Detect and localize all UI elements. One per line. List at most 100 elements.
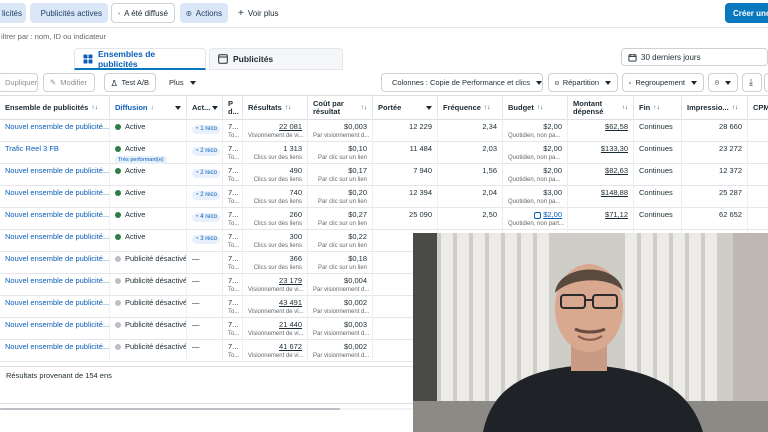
chip-has-delivered[interactable]: A été diffusé (111, 3, 175, 23)
col-header-cpm[interactable]: CPM (748, 96, 768, 120)
search-filter-input[interactable]: iltrer par : nom, ID ou indicateur (0, 30, 768, 44)
scrollbar-thumb[interactable] (0, 408, 340, 410)
ab-test-button[interactable]: Test A/B (104, 73, 156, 92)
p-sub: To... (228, 199, 240, 205)
col-header-end[interactable]: Fin ↑↓ (634, 96, 682, 120)
summary-text: Résultats provenant de 154 ens (6, 371, 112, 380)
cell-p: 7... To... (223, 340, 243, 362)
recommendation-badge[interactable]: ◔ 2 reco (192, 169, 220, 178)
spent-value[interactable]: $133,30 (573, 144, 628, 154)
cell-end: Continues (634, 120, 682, 142)
cell-spent: $133,30 (568, 142, 634, 164)
date-range-picker[interactable]: 30 derniers jours (621, 48, 768, 66)
tab-ads[interactable]: Publicités (209, 48, 343, 70)
grouping-dropdown[interactable]: Regroupement (622, 73, 704, 92)
more-button[interactable]: Plus (163, 73, 197, 92)
recommendation-badge[interactable]: ◔ 3 reco (192, 235, 220, 244)
col-header-delivery[interactable]: Diffusion ↓ (110, 96, 187, 120)
col-header-spent[interactable]: Montant dépensé ↑↓ (568, 96, 634, 120)
results-value[interactable]: 21 440 (248, 320, 302, 330)
cell-impressions: 28 660 (682, 120, 748, 142)
frequency-value: 2,04 (482, 188, 497, 197)
ad-set-name-link[interactable]: Nouvel ensemble de publicité... (5, 254, 109, 264)
p-sub: To... (228, 155, 240, 161)
budget-value[interactable]: $2,00 (508, 166, 562, 176)
results-value[interactable]: 43 491 (248, 298, 302, 308)
spent-value[interactable]: $148,88 (573, 188, 628, 198)
results-value[interactable]: 41 672 (248, 342, 302, 352)
status-dot-icon (115, 322, 121, 329)
table-row[interactable]: Nouvel ensemble de publicité... Active ◔ 2… (0, 164, 768, 186)
cell-actions: — (187, 296, 223, 318)
col-header-reach[interactable]: Portée (373, 96, 438, 120)
spent-value[interactable]: $82,63 (573, 166, 628, 176)
columns-dropdown[interactable]: Colonnes : Copie de Performance et clics (381, 73, 543, 92)
ad-set-name-link[interactable]: Nouvel ensemble de publicité... (5, 232, 109, 242)
results-value[interactable]: 23 179 (248, 276, 302, 286)
header-label: Fin (639, 102, 651, 112)
ad-set-name-link[interactable]: Nouvel ensemble de publicité... (5, 166, 109, 176)
ad-set-name-link[interactable]: Nouvel ensemble de publicité... (5, 188, 109, 198)
breakdown-dropdown[interactable]: Répartition (548, 73, 618, 92)
cell-cost: $0,002 Par visionnement d... (308, 340, 373, 362)
recommendation-badge[interactable]: ◔ 4 reco (192, 213, 220, 222)
table-row[interactable]: Nouvel ensemble de publicité... Active ◔ 4… (0, 208, 768, 230)
tab-ad-sets[interactable]: Ensembles de publicités (74, 48, 206, 70)
cost-value: $0,10 (348, 144, 367, 153)
col-header-name[interactable]: Ensemble de publicités ↑↓ (0, 96, 110, 120)
chip-see-more[interactable]: + Voir plus (232, 3, 282, 23)
duplicate-button[interactable]: Dupliquer (0, 73, 38, 92)
no-recommendation: — (192, 298, 200, 307)
export-button[interactable]: ⤓ (742, 73, 762, 92)
cell-cpm (748, 186, 768, 208)
col-header-frequency[interactable]: Fréquence ↑↓ (438, 96, 503, 120)
edit-button[interactable]: ✎ Modifier (43, 73, 95, 92)
ad-set-name-link[interactable]: Nouvel ensemble de publicité... (5, 320, 109, 330)
reports-button[interactable] (708, 73, 738, 92)
ad-set-name-link[interactable]: Trafic Reel 3 FB (5, 144, 104, 154)
budget-value[interactable]: $2,00 (508, 210, 562, 220)
ad-set-name-link[interactable]: Nouvel ensemble de publicité... (5, 210, 109, 220)
cell-results: 43 491 Visionnement de vi... (243, 296, 308, 318)
spent-value[interactable]: $62,58 (573, 122, 628, 132)
cell-name: Nouvel ensemble de publicité... (0, 340, 110, 362)
recommendation-badge[interactable]: ◔ 2 reco (192, 191, 220, 200)
budget-value[interactable]: $2,00 (508, 144, 562, 154)
edit-label: Modifier (60, 78, 87, 87)
col-header-p[interactable]: P d... (223, 96, 243, 120)
ad-set-name-link[interactable]: Nouvel ensemble de publicité... (5, 342, 109, 352)
recommendation-badge[interactable]: ◔ 2 reco (192, 147, 220, 156)
delivery-label: Publicité désactivé (125, 298, 187, 307)
col-header-budget[interactable]: Budget ↑↓ (503, 96, 568, 120)
cost-value: $0,002 (344, 298, 367, 307)
spent-value[interactable]: $71,12 (573, 210, 628, 220)
chip-actions[interactable]: Actions (180, 3, 228, 23)
cell-delivery: Publicité désactivé (110, 340, 187, 362)
col-header-impressions[interactable]: Impressio... ↑↓ (682, 96, 748, 120)
col-header-results[interactable]: Résultats ↑↓ (243, 96, 308, 120)
calendar-icon (628, 53, 637, 62)
budget-value[interactable]: $2,00 (508, 122, 562, 132)
table-row[interactable]: Nouvel ensemble de publicité... Active ◔ 2… (0, 186, 768, 208)
table-row[interactable]: Trafic Reel 3 FB Active Très performant(e)… (0, 142, 768, 164)
col-header-actions[interactable]: Act... (187, 96, 223, 120)
results-value[interactable]: 22 081 (248, 122, 302, 132)
cell-spent: $71,12 (568, 208, 634, 230)
cell-name: Nouvel ensemble de publicité... (0, 296, 110, 318)
table-row[interactable]: Nouvel ensemble de publicité... Active ◔ 1… (0, 120, 768, 142)
ad-set-name-link[interactable]: Nouvel ensemble de publicité... (5, 122, 109, 132)
col-header-cost[interactable]: Coût par résultat ↑↓ (308, 96, 373, 120)
results-type: Clics sur des liens (253, 199, 302, 205)
delivery-label: Active (125, 210, 146, 219)
cell-name: Trafic Reel 3 FB (0, 142, 110, 164)
chip-all-ads[interactable]: licités (0, 3, 26, 23)
reco-label: 3 reco (200, 236, 217, 242)
chip-active-ads[interactable]: Publicités actives (30, 3, 108, 23)
ad-set-name-link[interactable]: Nouvel ensemble de publicité... (5, 298, 109, 308)
create-button[interactable]: Créer une v (725, 3, 768, 23)
ad-set-name-link[interactable]: Nouvel ensemble de publicité... (5, 276, 109, 286)
recommendation-badge[interactable]: ◔ 1 reco (192, 125, 220, 134)
more-options-button[interactable] (764, 73, 768, 92)
reach-value: 25 090 (409, 210, 432, 219)
budget-value[interactable]: $3,00 (508, 188, 562, 198)
